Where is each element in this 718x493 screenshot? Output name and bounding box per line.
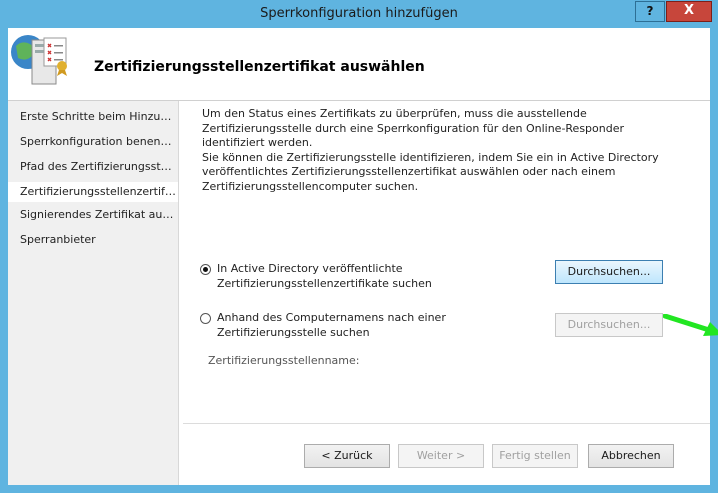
browse-computer-button[interactable]: Durchsuchen... (555, 313, 663, 337)
description-text: Um den Status eines Zertifikats zu überp… (202, 107, 662, 194)
window-title: Sperrkonfiguration hinzufügen (260, 6, 458, 21)
radio-computer-name-label[interactable]: Anhand des Computernamens nach einer Zer… (217, 311, 467, 340)
sidebar-item-revocation-provider[interactable]: Sperranbieter (8, 230, 178, 250)
title-bar[interactable]: Sperrkonfiguration hinzufügen ? X (0, 0, 718, 28)
cancel-button[interactable]: Abbrechen (588, 444, 674, 468)
sidebar-item-signing-certificate[interactable]: Signierendes Zertifikat au… (8, 205, 178, 225)
certificate-server-icon (11, 35, 67, 85)
close-button[interactable]: X (666, 1, 712, 22)
wizard-header: Zertifizierungsstellenzertifikat auswähl… (8, 28, 710, 101)
wizard-content: Um den Status eines Zertifikats zu überp… (183, 101, 718, 485)
next-button[interactable]: Weiter > (398, 444, 484, 468)
ca-name-label: Zertifizierungsstellenname: (208, 354, 360, 367)
footer-separator (183, 423, 710, 424)
sidebar-item-ca-path[interactable]: Pfad des Zertifizierungsst… (8, 157, 178, 177)
sidebar-item-getting-started[interactable]: Erste Schritte beim Hinzu… (8, 107, 178, 127)
annotation-arrow-icon (663, 314, 718, 336)
browse-ad-button[interactable]: Durchsuchen... (555, 260, 663, 284)
finish-button[interactable]: Fertig stellen (492, 444, 578, 468)
dialog-client-area: Zertifizierungsstellenzertifikat auswähl… (8, 28, 718, 485)
radio-active-directory[interactable] (200, 264, 211, 275)
help-button[interactable]: ? (635, 1, 665, 22)
description-paragraph-1: Um den Status eines Zertifikats zu überp… (202, 107, 625, 149)
radio-active-directory-label[interactable]: In Active Directory veröffentlichte Zert… (217, 262, 467, 291)
dialog-window: Sperrkonfiguration hinzufügen ? X Zertif… (0, 0, 718, 493)
radio-computer-name[interactable] (200, 313, 211, 324)
page-title: Zertifizierungsstellenzertifikat auswähl… (94, 59, 425, 75)
description-paragraph-2: Sie können die Zertifizierungsstelle ide… (202, 150, 659, 193)
back-button[interactable]: < Zurück (304, 444, 390, 468)
sidebar-item-ca-certificate[interactable]: Zertifizierungsstellenzertif… (8, 182, 178, 202)
sidebar-item-name-revocation-config[interactable]: Sperrkonfiguration benen… (8, 132, 178, 152)
wizard-steps-sidebar: Erste Schritte beim Hinzu… Sperrkonfigur… (8, 101, 179, 485)
